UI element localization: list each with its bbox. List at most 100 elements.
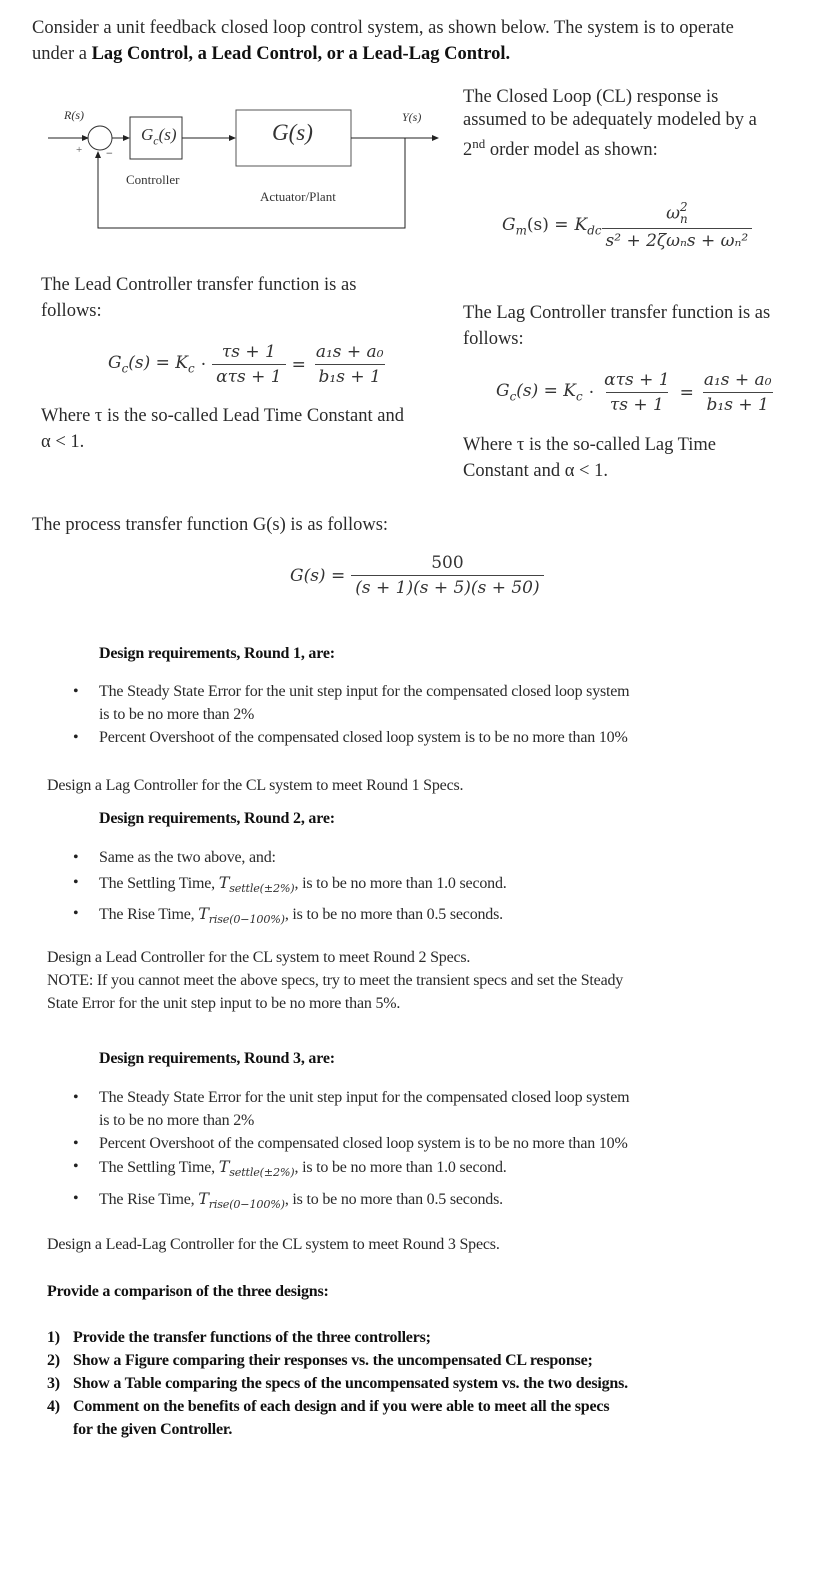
comparison-heading: Provide a comparison of the three design… [47, 1283, 329, 1300]
requirement-item: Percent Overshoot of the compensated clo… [47, 726, 747, 749]
comparison-item: 4) Comment on the benefits of each design… [47, 1395, 747, 1441]
lead-fraction-2: a₁s + a₀ b₁s + 1 [312, 342, 388, 387]
requirement-text: The Settling Time, [99, 1159, 219, 1176]
symbol-subscript: rise(0−100%) [208, 1198, 285, 1212]
symbol: T [218, 1157, 230, 1176]
settling-time-symbol: Tsettle(±2%) [219, 873, 295, 895]
cl-model-line: assumed to be adequately modeled by a [463, 110, 757, 130]
lag-note-line: Where τ is the so-called Lag Time [463, 435, 717, 455]
cl-model-gain: Kdc [575, 215, 602, 237]
lead-note: Where τ is the so-called Lead Time Const… [41, 403, 451, 455]
lead-note-line: Where τ is the so-called Lead Time Const… [41, 406, 404, 426]
lag-note: Where τ is the so-called Lag Time Consta… [463, 432, 823, 484]
process-heading: The process transfer function G(s) is as… [32, 515, 389, 535]
intro-line-2: under a Lag Control, a Lead Control, or … [32, 41, 812, 67]
output-label: Y(s) [402, 110, 422, 124]
lead-equation: Gc(s) = Kc · τs + 1 ατs + 1 = a₁s + a₀ b₁s… [108, 342, 388, 387]
controller-caption: Controller [126, 172, 180, 187]
fraction-denominator: (s + 1)(s + 5)(s + 50) [351, 575, 544, 598]
requirement-item: Percent Overshoot of the compensated clo… [47, 1132, 747, 1155]
task-note-line: State Error for the unit step input to b… [47, 995, 401, 1012]
comparison-item: 1) Provide the transfer functions of the … [47, 1326, 747, 1349]
round1-requirements: The Steady State Error for the unit step… [47, 680, 747, 749]
requirement-item: The Rise Time, Trise(0−100%), is to be n… [47, 901, 747, 932]
task-line: Design a Lead Controller for the CL syst… [47, 949, 471, 966]
item-text: Show a Figure comparing their responses … [73, 1352, 593, 1369]
round2-heading: Design requirements, Round 2, are: [99, 810, 335, 827]
symbol-subscript: settle(±2%) [229, 1166, 295, 1180]
round1-heading: Design requirements, Round 1, are: [99, 645, 335, 662]
round2-requirements: Same as the two above, and: The Settling… [47, 845, 747, 932]
gain-symbol: K [574, 215, 588, 236]
minus-sign: − [106, 146, 113, 160]
fraction-denominator: τs + 1 [605, 392, 668, 415]
intro-text: under a [32, 44, 92, 64]
input-label: R(s) [64, 108, 84, 122]
order-text: order model as shown: [485, 140, 658, 161]
process-lhs: G(s) = [290, 565, 346, 586]
block-diagram-lines [48, 109, 439, 229]
plus-sign: + [76, 144, 83, 156]
item-number: 3) [47, 1375, 60, 1392]
fraction-numerator: ατs + 1 [604, 370, 670, 390]
lhs-argument: (s) = K [516, 381, 577, 402]
round1-task: Design a Lag Controller for the CL syste… [47, 777, 464, 794]
cl-model-description: The Closed Loop (CL) response is assumed… [463, 86, 823, 162]
lead-heading-line: The Lead Controller transfer function is… [41, 275, 357, 295]
item-text: Comment on the benefits of each design a… [73, 1398, 610, 1415]
gain-subscript: c [576, 389, 583, 404]
requirement-text: , is to be no more than 1.0 second. [294, 875, 507, 892]
cl-model-equation: Gm(s) = Kdc ω2n s² + 2ζωₙs + ωₙ² [502, 201, 753, 251]
lag-note-line: Constant and α < 1. [463, 461, 608, 481]
item-text: Show a Table comparing the specs of the … [73, 1375, 628, 1392]
intro-paragraph: Consider a unit feedback closed loop con… [32, 15, 812, 67]
intro-line-1: Consider a unit feedback closed loop con… [32, 18, 734, 38]
controller-argument: (s) [158, 125, 177, 144]
multiply-dot: · [200, 354, 207, 375]
plant-block-label: G(s) [272, 120, 313, 145]
fraction-numerator: 500 [431, 553, 464, 573]
omega-sub: n [679, 211, 688, 226]
requirement-item: The Rise Time, Trise(0−100%), is to be n… [47, 1187, 747, 1216]
requirement-text: , is to be no more than 0.5 seconds. [284, 906, 503, 924]
controller-symbol: G [141, 125, 154, 144]
fraction-denominator: ατs + 1 [212, 364, 286, 387]
comparison-item: 3) Show a Table comparing the specs of th… [47, 1372, 747, 1395]
requirement-line: The Steady State Error for the unit step… [99, 1089, 630, 1106]
lead-lhs: Gc(s) = Kc [108, 353, 195, 375]
requirement-text: The Settling Time, [99, 875, 219, 892]
controller-block-label: Gc(s) [141, 125, 177, 148]
item-number: 1) [47, 1329, 60, 1346]
fraction-denominator: b₁s + 1 [702, 392, 773, 415]
cl-model-lhs: Gm(s) = [502, 215, 569, 237]
fraction-denominator: b₁s + 1 [314, 364, 385, 387]
symbol: T [198, 904, 209, 924]
settling-time-symbol: Tsettle(±2%) [218, 1157, 295, 1180]
requirement-line: The Steady State Error for the unit step… [99, 683, 630, 700]
round3-requirements: The Steady State Error for the unit step… [47, 1086, 747, 1216]
requirement-text: The Rise Time, [99, 906, 199, 924]
fraction-numerator: ω2n [662, 201, 692, 228]
equals-sign: = [679, 382, 694, 403]
requirement-item: The Settling Time, Tsettle(±2%), is to b… [47, 870, 747, 901]
rise-time-symbol: Trise(0−100%) [198, 1189, 285, 1212]
cl-model-fraction: ω2n s² + 2ζωₙs + ωₙ² [601, 201, 753, 251]
rise-time-symbol: Trise(0−100%) [198, 904, 285, 926]
omega: ω [666, 203, 680, 224]
lag-lhs: Gc(s) = Kc [496, 381, 583, 403]
requirement-item: The Settling Time, Tsettle(±2%), is to b… [47, 1155, 747, 1184]
lag-heading-line: follows: [463, 329, 524, 349]
requirement-line: Percent Overshoot of the compensated clo… [99, 729, 628, 746]
item-text: Provide the transfer functions of the th… [73, 1329, 431, 1346]
task-note-line: NOTE: If you cannot meet the above specs… [47, 972, 624, 989]
lhs-symbol: G [502, 215, 516, 236]
intro-bold-text: Lag Control, a Lead Control, or a Lead-L… [91, 44, 511, 64]
requirement-item: Same as the two above, and: [47, 845, 747, 870]
lead-note-line: α < 1. [41, 432, 85, 452]
requirement-item: The Steady State Error for the unit step… [47, 680, 747, 726]
lag-equation: Gc(s) = Kc · ατs + 1 τs + 1 = a₁s + a₀ b₁s… [496, 370, 776, 415]
lhs-argument: (s) = K [128, 353, 189, 374]
fraction-numerator: a₁s + a₀ [703, 370, 772, 390]
lhs-argument: (s) = [526, 215, 569, 236]
cl-model-line: The Closed Loop (CL) response is [463, 87, 719, 107]
